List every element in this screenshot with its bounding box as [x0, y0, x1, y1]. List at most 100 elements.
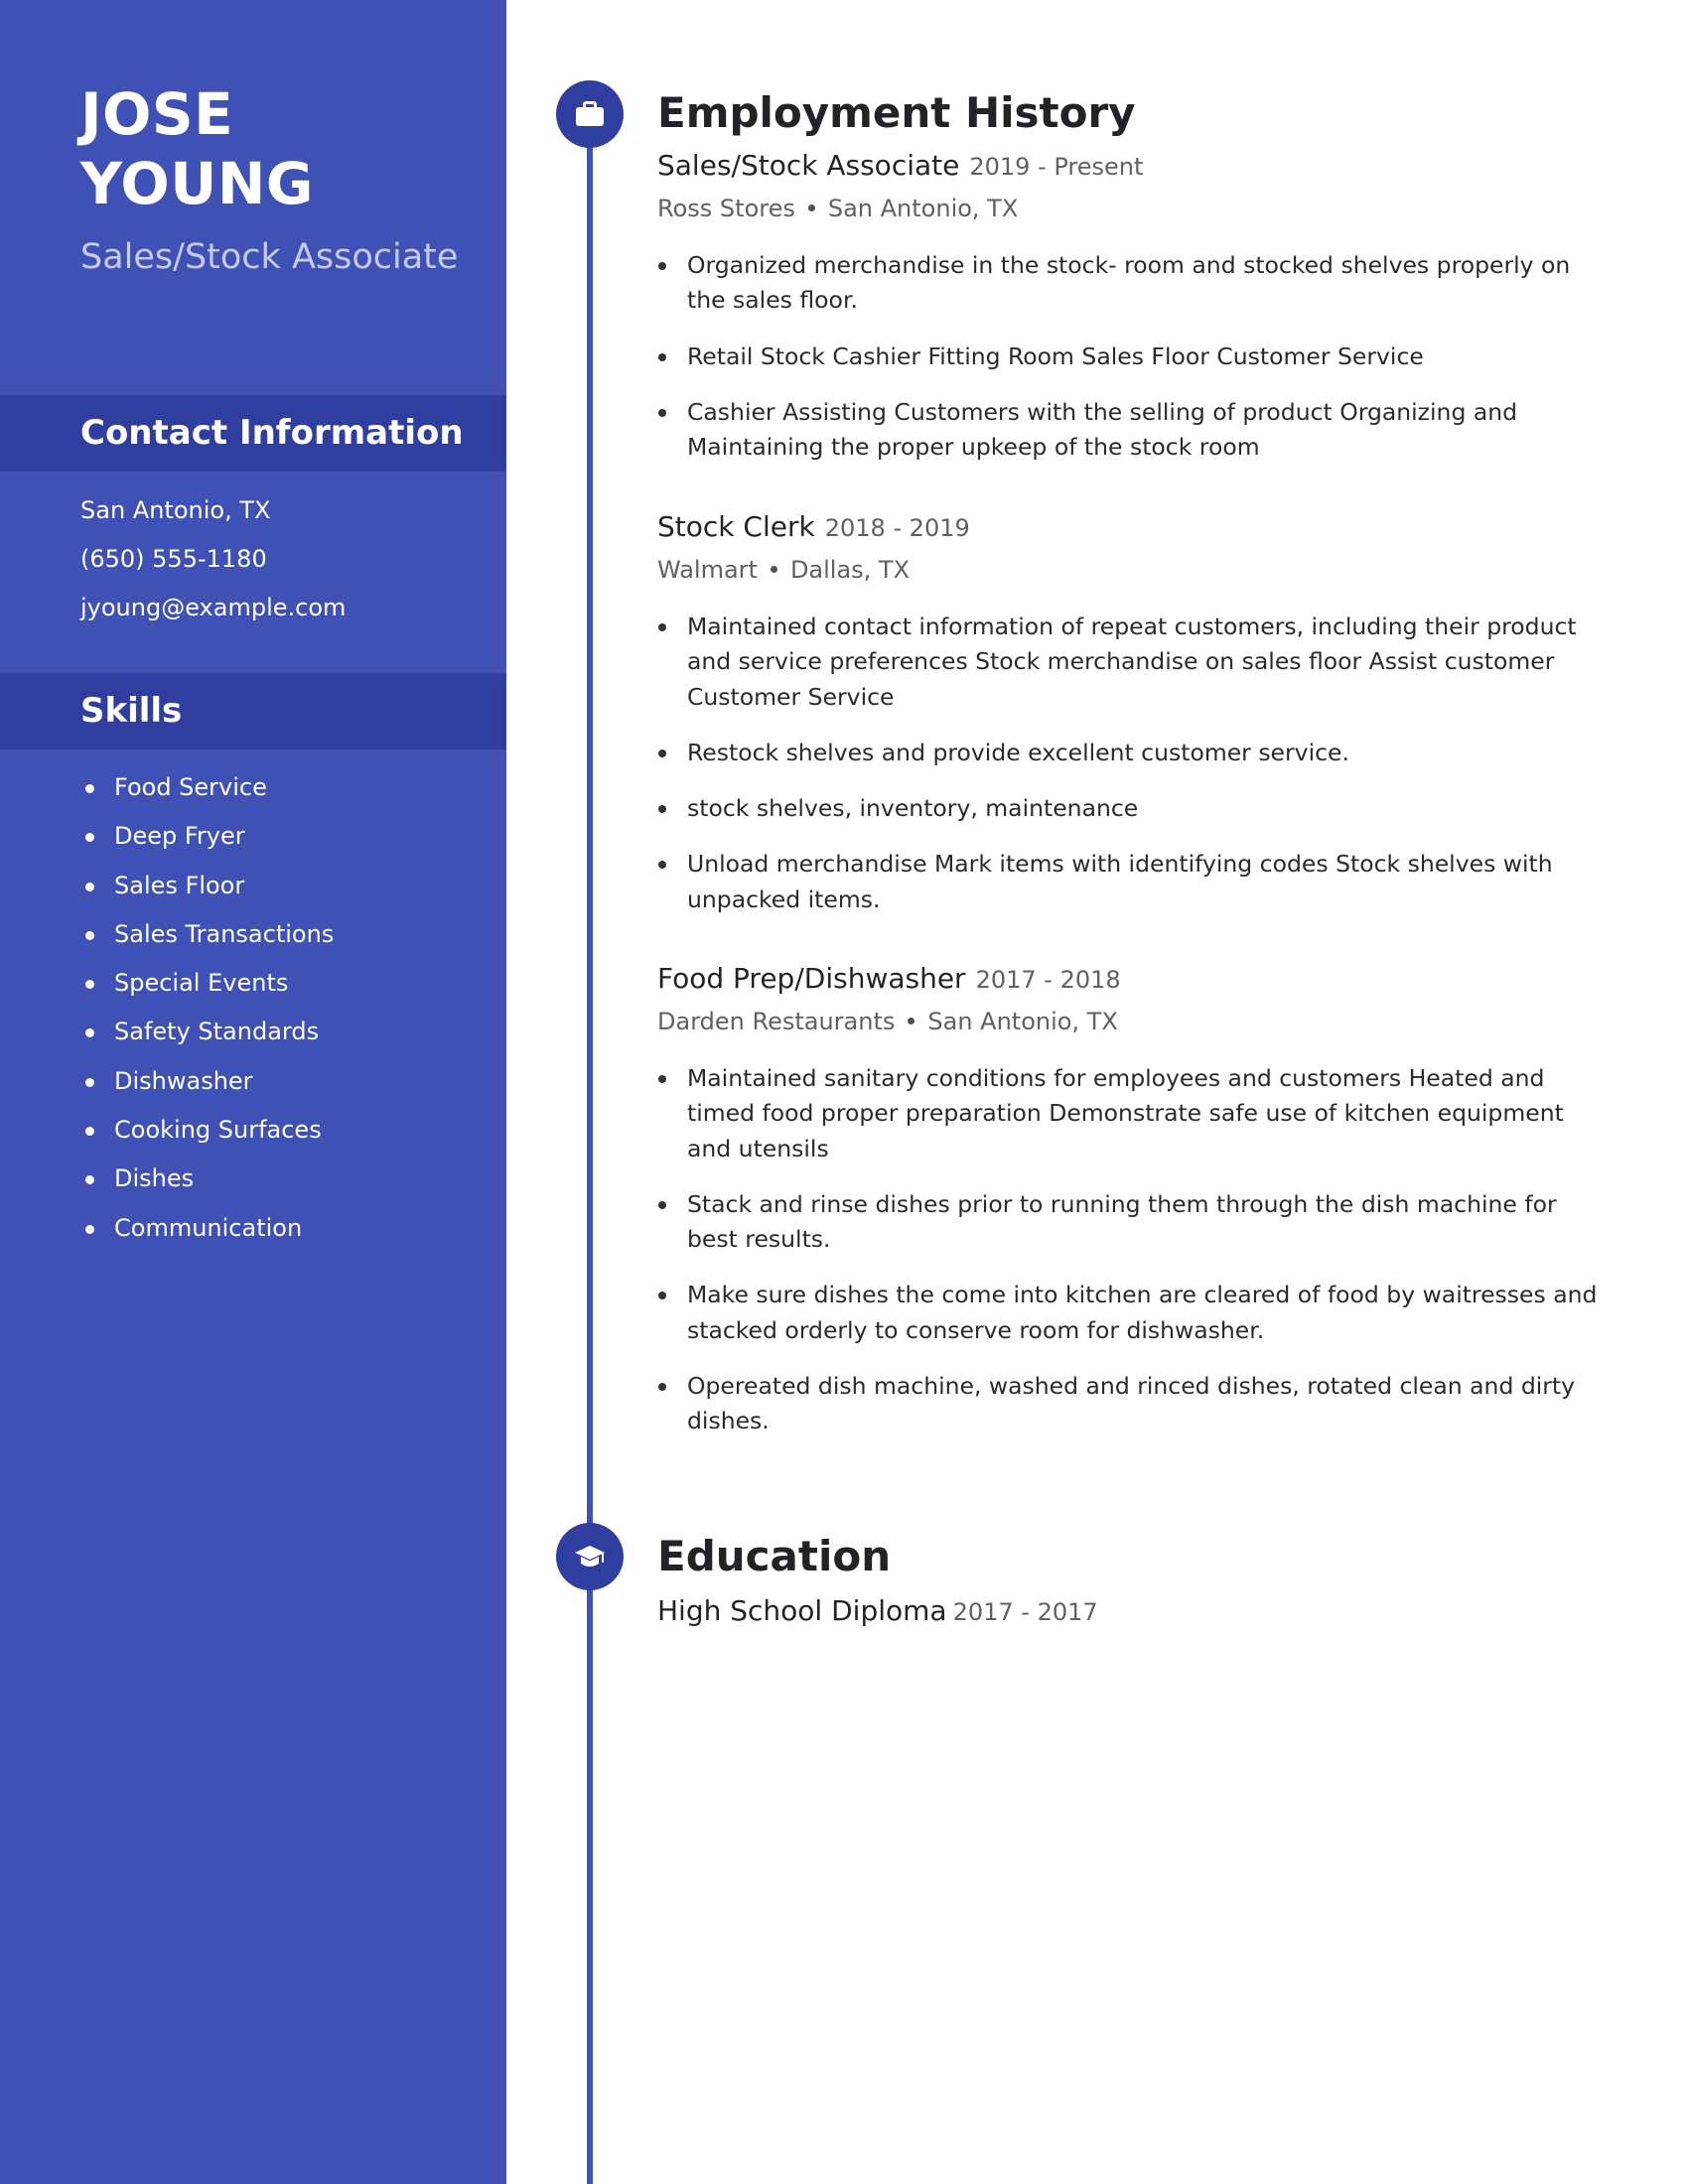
bullet-icon: [85, 1028, 94, 1038]
bullet-text: Maintained contact information of repeat…: [687, 613, 1577, 711]
contact-location: San Antonio, TX: [80, 496, 271, 524]
bullet-item: Stack and rinse dishes prior to running …: [657, 1187, 1611, 1258]
separator-dot-icon: [770, 565, 777, 573]
skill-label: Safety Standards: [114, 1018, 320, 1046]
job-title: Stock Clerk: [657, 510, 815, 543]
bullet-text: Cashier Assisting Customers with the sel…: [687, 397, 1518, 462]
bullet-icon: [85, 1077, 94, 1087]
skill-label: Dishwasher: [114, 1066, 253, 1095]
skill-label: Deep Fryer: [114, 822, 245, 851]
job-meta: Ross Stores San Antonio, TX: [657, 190, 1611, 227]
job-dates: 2017 - 2018: [975, 966, 1121, 994]
company-name: Darden Restaurants: [657, 1008, 896, 1035]
job-entry: Food Prep/Dishwasher 2017 - 2018 Darden R…: [657, 960, 1611, 1460]
bullet-icon: [658, 861, 666, 870]
skill-label: Dishes: [114, 1164, 195, 1193]
bullet-item: Make sure dishes the come into kitchen a…: [657, 1278, 1611, 1348]
bullet-item: Maintained sanitary conditions for emplo…: [657, 1061, 1611, 1166]
skill-item: Communication: [80, 1204, 334, 1253]
bullet-icon: [658, 1200, 666, 1209]
job-title: Sales/Stock Associate: [657, 149, 960, 182]
contact-heading: Contact Information: [0, 395, 506, 472]
skill-item: Dishes: [80, 1155, 334, 1203]
skill-item: Special Events: [80, 959, 334, 1008]
skill-label: Food Service: [114, 773, 267, 801]
bullet-icon: [658, 1383, 666, 1392]
bullet-text: Unload merchandise Mark items with ident…: [687, 850, 1553, 913]
bullet-text: Organized merchandise in the stock- room…: [687, 251, 1571, 315]
education-heading: Education: [657, 1532, 892, 1580]
bullet-text: Make sure dishes the come into kitchen a…: [687, 1281, 1598, 1344]
job-header: Sales/Stock Associate 2019 - Present: [657, 147, 1611, 190]
job-location: San Antonio, TX: [927, 1008, 1118, 1035]
employment-section-marker: [556, 80, 624, 148]
bullet-text: Stack and rinse dishes prior to running …: [687, 1189, 1557, 1254]
job-entry: Sales/Stock Associate 2019 - Present Ross…: [657, 147, 1611, 485]
bullet-icon: [85, 833, 94, 843]
bullet-icon: [658, 1292, 666, 1300]
job-location: Dallas, TX: [789, 556, 911, 584]
bullet-text: Retail Stock Cashier Fitting Room Sales …: [687, 341, 1424, 370]
bullet-item: Cashier Assisting Customers with the sel…: [657, 395, 1611, 466]
job-headline: Sales/Stock Associate: [80, 237, 459, 277]
bullet-icon: [658, 262, 666, 270]
employment-heading: Employment History: [657, 88, 1136, 137]
skill-label: Sales Floor: [114, 871, 245, 899]
sidebar: JOSE YOUNG Sales/Stock Associate Contact…: [0, 0, 506, 2184]
skill-item: Dishwasher: [80, 1057, 334, 1106]
bullet-icon: [85, 1224, 94, 1234]
first-name: JOSE: [80, 80, 234, 148]
job-meta: Darden Restaurants San Antonio, TX: [657, 1003, 1611, 1040]
job-bullets: Maintained sanitary conditions for emplo…: [657, 1061, 1611, 1439]
education-dates: 2017 - 2017: [952, 1598, 1098, 1626]
job-dates: 2018 - 2019: [824, 514, 970, 542]
skills-heading: Skills: [0, 673, 506, 750]
separator-dot-icon: [807, 204, 815, 211]
bullet-item: Organized merchandise in the stock- room…: [657, 248, 1611, 319]
candidate-name: JOSE YOUNG: [80, 79, 497, 218]
job-header: Stock Clerk 2018 - 2019: [657, 508, 1611, 551]
bullet-item: Restock shelves and provide excellent cu…: [657, 736, 1611, 770]
bullet-item: Opereated dish machine, washed and rince…: [657, 1369, 1611, 1439]
skill-item: Sales Transactions: [80, 910, 334, 959]
education-entry: High School Diploma 2017 - 2017: [657, 1592, 1098, 1635]
education-section-marker: [556, 1523, 624, 1590]
briefcase-icon: [576, 101, 604, 126]
contact-email[interactable]: jyoung@example.com: [80, 584, 346, 632]
company-name: Walmart: [657, 556, 758, 584]
bullet-item: Retail Stock Cashier Fitting Room Sales …: [657, 340, 1611, 374]
bullet-item: stock shelves, inventory, maintenance: [657, 791, 1611, 826]
bullet-icon: [658, 749, 666, 757]
graduation-cap-icon: [575, 1546, 605, 1567]
bullet-text: stock shelves, inventory, maintenance: [687, 794, 1139, 823]
bullet-item: Unload merchandise Mark items with ident…: [657, 847, 1611, 917]
skill-label: Communication: [114, 1213, 303, 1242]
job-header: Food Prep/Dishwasher 2017 - 2018: [657, 960, 1611, 1003]
timeline-line: [587, 109, 593, 2184]
skill-item: Food Service: [80, 763, 334, 812]
bullet-icon: [85, 980, 94, 990]
job-bullets: Organized merchandise in the stock- room…: [657, 248, 1611, 465]
skill-label: Cooking Surfaces: [114, 1116, 322, 1145]
bullet-text: Restock shelves and provide excellent cu…: [687, 738, 1349, 766]
job-dates: 2019 - Present: [969, 153, 1144, 181]
skill-label: Sales Transactions: [114, 919, 335, 948]
job-location: San Antonio, TX: [827, 195, 1019, 222]
skills-list: Food Service Deep Fryer Sales Floor Sale…: [80, 763, 334, 1253]
skill-item: Sales Floor: [80, 862, 334, 910]
skill-item: Safety Standards: [80, 1008, 334, 1056]
bullet-icon: [658, 352, 666, 361]
last-name: YOUNG: [80, 150, 314, 217]
bullet-icon: [85, 882, 94, 891]
bullet-text: Maintained sanitary conditions for emplo…: [687, 1064, 1564, 1162]
company-name: Ross Stores: [657, 195, 795, 222]
bullet-icon: [85, 1175, 94, 1185]
skill-label: Special Events: [114, 969, 289, 998]
job-bullets: Maintained contact information of repeat…: [657, 610, 1611, 917]
separator-dot-icon: [908, 1017, 915, 1024]
contact-list: San Antonio, TX (650) 555-1180 jyoung@ex…: [80, 486, 346, 632]
contact-phone[interactable]: (650) 555-1180: [80, 535, 346, 584]
job-entry: Stock Clerk 2018 - 2019 Walmart Dallas, TX…: [657, 508, 1611, 938]
bullet-icon: [658, 408, 666, 417]
bullet-icon: [85, 1127, 94, 1137]
